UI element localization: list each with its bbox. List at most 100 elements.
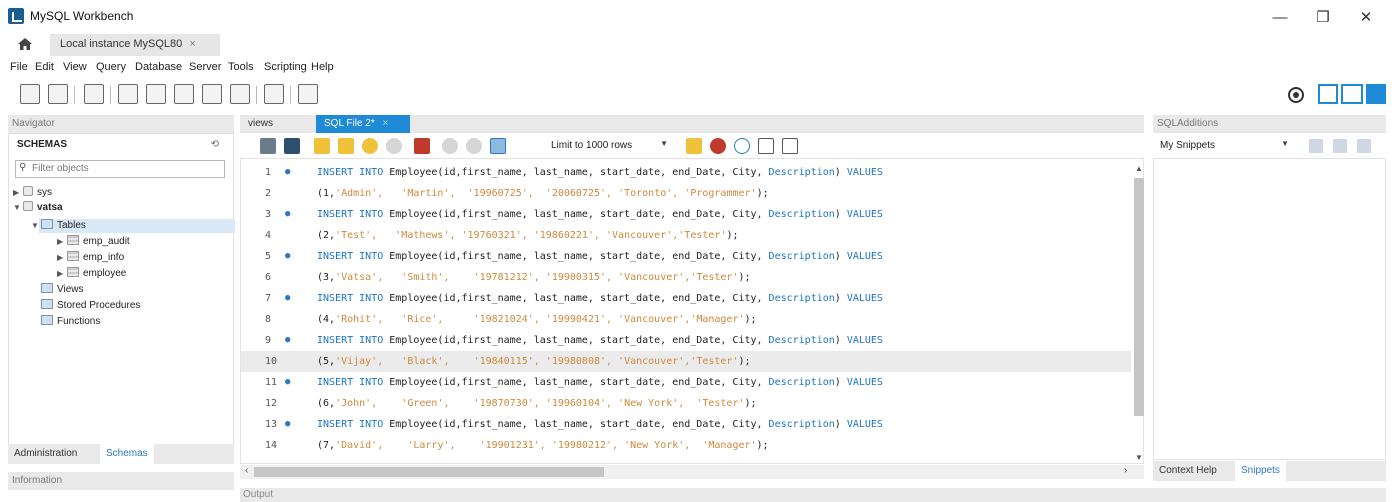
scroll-up-arrow-icon[interactable]: ▲ (1135, 164, 1143, 173)
code-line[interactable]: 8 (4,'Rohit', 'Rice', '19821024', '199904… (241, 309, 1131, 330)
stop-icon[interactable] (386, 138, 402, 154)
reconnect-icon[interactable] (298, 84, 318, 104)
sql-editor[interactable]: 1 ● INSERT INTO Employee(id,first_name, la… (240, 158, 1144, 464)
limit-rows-select[interactable]: Limit to 1000 rows ▼ (548, 138, 672, 154)
execute-current-lightning-icon[interactable] (338, 138, 354, 154)
menu-edit[interactable]: Edit (35, 61, 54, 73)
rollback-icon[interactable] (466, 138, 482, 154)
open-sql-script-icon[interactable] (48, 84, 68, 104)
code-line[interactable]: 10 (5,'Vijay', 'Black', '19840115', '1998… (241, 351, 1131, 372)
schema-vatsa[interactable]: ▼ vatsa (13, 201, 63, 216)
menu-server[interactable]: Server (189, 61, 221, 73)
refresh-icon[interactable]: ⟲ (211, 139, 219, 150)
code-line[interactable]: 9 ● INSERT INTO Employee(id,first_name, la… (241, 330, 1131, 351)
menu-help[interactable]: Help (311, 61, 334, 73)
tree-stored-procedures[interactable]: Stored Procedures (41, 299, 140, 314)
mysql-workbench-logo-icon (8, 8, 24, 24)
create-schema-icon[interactable] (118, 84, 138, 104)
menu-query[interactable]: Query (96, 61, 126, 73)
menu-scripting[interactable]: Scripting (264, 61, 307, 73)
horizontal-scrollbar-thumb[interactable] (254, 467, 604, 477)
save-icon[interactable] (284, 138, 300, 154)
execute-lightning-icon[interactable] (314, 138, 330, 154)
menu-file[interactable]: File (10, 61, 28, 73)
close-button[interactable]: ✕ (1346, 6, 1386, 30)
filter-objects-input[interactable]: ⚲ Filter objects (15, 160, 225, 178)
expand-arrow-icon[interactable]: ▶ (57, 253, 67, 262)
line-number: 12 (265, 398, 278, 409)
expand-arrow-icon[interactable]: ▶ (57, 237, 67, 246)
menu-database[interactable]: Database (135, 61, 182, 73)
toggle-output-icon[interactable] (1341, 84, 1363, 104)
scroll-right-arrow-icon[interactable]: › (1124, 465, 1127, 476)
tree-table-emp-info[interactable]: ▶ emp_info (57, 251, 124, 266)
connection-tab[interactable]: Local instance MySQL80 × (50, 34, 220, 56)
scroll-left-arrow-icon[interactable]: ‹ (245, 465, 248, 476)
explain-magnifier-icon[interactable] (362, 138, 378, 154)
snippets-select[interactable]: My Snippets ▼ (1157, 138, 1291, 154)
code-line[interactable]: 13 ● INSERT INTO Employee(id,first_name, l… (241, 414, 1131, 435)
search-table-data-icon[interactable] (264, 84, 284, 104)
create-function-icon[interactable] (230, 84, 250, 104)
connection-tab-close-icon[interactable]: × (189, 38, 195, 50)
toggle-secondary-sidebar-icon[interactable] (1366, 84, 1386, 104)
autocommit-icon[interactable] (490, 138, 506, 154)
vertical-scrollbar-thumb[interactable] (1134, 178, 1144, 416)
schema-sys[interactable]: ▶ sys (13, 186, 52, 201)
beautify-icon[interactable] (710, 138, 726, 154)
tree-table-emp-audit[interactable]: ▶ emp_audit (57, 235, 130, 250)
copy-snippet-icon[interactable] (1357, 139, 1371, 153)
create-table-icon[interactable] (146, 84, 166, 104)
code-line[interactable]: 2 (1,'Admin', 'Martin', '19960725', '2006… (241, 183, 1131, 204)
create-procedure-icon[interactable] (202, 84, 222, 104)
sql-text: (6, (317, 398, 336, 409)
create-view-icon[interactable] (174, 84, 194, 104)
code-line[interactable]: 7 ● INSERT INTO Employee(id,first_name, la… (241, 288, 1131, 309)
code-line[interactable]: 11 ● INSERT INTO Employee(id,first_name, l… (241, 372, 1131, 393)
toggle-sidebar-icon[interactable] (1318, 84, 1338, 104)
maximize-button[interactable]: ❐ (1303, 6, 1343, 30)
tree-tables[interactable]: ▼ Tables (31, 219, 86, 234)
tab-close-icon[interactable]: × (383, 118, 389, 129)
tab-snippets[interactable]: Snippets (1235, 461, 1286, 481)
collapse-arrow-icon[interactable]: ▼ (31, 221, 41, 230)
tab-schemas[interactable]: Schemas (100, 444, 154, 464)
collapse-arrow-icon[interactable]: ▼ (13, 203, 23, 212)
tab-administration[interactable]: Administration (8, 444, 83, 464)
tab-context-help[interactable]: Context Help (1153, 461, 1223, 481)
expand-arrow-icon[interactable]: ▶ (13, 188, 23, 197)
settings-gear-icon[interactable] (1287, 86, 1305, 104)
invisible-chars-icon[interactable] (758, 138, 774, 154)
code-line[interactable]: 12 (6,'John', 'Green', '19870730', '19960… (241, 393, 1131, 414)
tab-sql-file-2[interactable]: SQL File 2* × (316, 115, 410, 133)
open-file-icon[interactable] (260, 138, 276, 154)
code-line[interactable]: 1 ● INSERT INTO Employee(id,first_name, la… (241, 162, 1131, 183)
menu-tools[interactable]: Tools (228, 61, 254, 73)
sql-keyword: VALUES (846, 419, 883, 430)
tree-functions[interactable]: Functions (41, 315, 100, 330)
minimize-button[interactable]: — (1260, 6, 1300, 30)
toggle-error-icon[interactable] (414, 138, 430, 154)
scroll-down-arrow-icon[interactable]: ▼ (1135, 453, 1143, 462)
code-line[interactable]: 5 ● INSERT INTO Employee(id,first_name, la… (241, 246, 1131, 267)
code-line[interactable]: 3 ● INSERT INTO Employee(id,first_name, la… (241, 204, 1131, 225)
sql-text: Employee(id,first_name, last_name, start… (383, 419, 769, 430)
tree-views[interactable]: Views (41, 283, 84, 298)
home-icon[interactable] (17, 37, 33, 51)
find-icon[interactable] (734, 138, 750, 154)
code-line[interactable]: 4 (2,'Test', 'Mathews', '19760321', '1986… (241, 225, 1131, 246)
expand-arrow-icon[interactable]: ▶ (57, 269, 67, 278)
tab-views[interactable]: views (240, 115, 281, 133)
menu-view[interactable]: View (63, 61, 87, 73)
code-line[interactable]: 14 (7,'David', 'Larry', '19901231', '1998… (241, 435, 1131, 456)
insert-snippet-icon[interactable] (1309, 139, 1323, 153)
new-sql-tab-icon[interactable] (20, 84, 40, 104)
word-wrap-icon[interactable] (782, 138, 798, 154)
replace-snippet-icon[interactable] (1333, 139, 1347, 153)
code-line[interactable]: 6 (3,'Vatsa', 'Smith', '19781212', '19900… (241, 267, 1131, 288)
add-snippet-star-icon[interactable] (686, 138, 702, 154)
sql-text: Employee(id,first_name, last_name, start… (383, 167, 769, 178)
commit-icon[interactable] (442, 138, 458, 154)
inspector-icon[interactable] (84, 84, 104, 104)
tree-table-employee[interactable]: ▶ employee (57, 267, 126, 282)
